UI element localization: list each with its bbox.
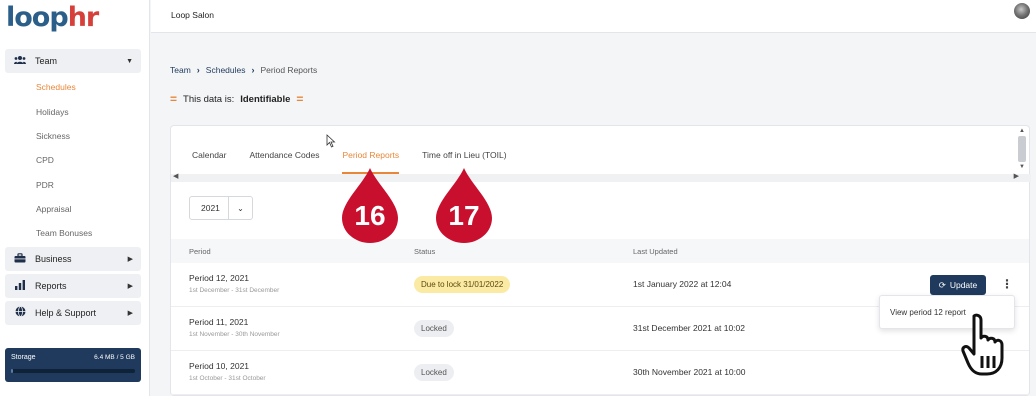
year-select-value: 2021 xyxy=(201,203,220,213)
status-badge: Locked xyxy=(414,320,454,337)
top-bar: Loop Salon xyxy=(151,0,1036,33)
marker-label: 16 xyxy=(354,200,386,231)
storage-panel: Storage 6.4 MB / 5 GB xyxy=(5,348,141,382)
chevron-down-icon[interactable]: ⌄ xyxy=(228,197,252,219)
caret-down-icon: ▼ xyxy=(126,57,133,65)
row-last-updated: 1st January 2022 at 12:04 xyxy=(633,279,732,289)
sidebar-item-holidays[interactable]: Holidays xyxy=(36,107,69,117)
sidebar-item-cpd[interactable]: CPD xyxy=(36,155,54,165)
app-logo[interactable]: loophr xyxy=(6,2,100,33)
reports-card: Calendar Attendance Codes Period Reports… xyxy=(170,125,1031,396)
storage-value: 6.4 MB / 5 GB xyxy=(94,354,135,361)
sidebar-item-sickness[interactable]: Sickness xyxy=(36,131,70,141)
hand-pointer-icon xyxy=(961,313,1004,376)
breadcrumb: Team › Schedules › Period Reports xyxy=(170,65,317,75)
refresh-icon: ⟳ xyxy=(938,279,946,290)
storage-label: Storage xyxy=(11,354,36,361)
tab-calendar[interactable]: Calendar xyxy=(192,126,227,174)
status-badge: Locked xyxy=(414,364,454,381)
sidebar-item-schedules[interactable]: Schedules xyxy=(36,82,76,92)
annotation-marker-17: 17 xyxy=(433,166,495,244)
caret-right-icon: ▶ xyxy=(127,310,133,317)
sidebar-group-business[interactable]: Business ▶ xyxy=(5,247,141,271)
status-badge: Due to lock 31/01/2022 xyxy=(414,276,511,293)
scroll-up-icon[interactable]: ▲ xyxy=(1017,128,1027,134)
header-last-updated: Last Updated xyxy=(633,247,678,256)
row-last-updated: 31st December 2021 at 10:02 xyxy=(633,323,745,333)
sidebar-group-team[interactable]: Team ▼ xyxy=(5,49,141,73)
tab-vertical-scrollbar[interactable]: ▲ ▼ xyxy=(1017,128,1027,178)
breadcrumb-schedules[interactable]: Schedules xyxy=(206,65,246,75)
year-select[interactable]: 2021 ⌄ xyxy=(189,196,253,220)
data-classification: = This data is: Identifiable = xyxy=(170,87,303,111)
update-button-label: Update xyxy=(949,280,978,290)
scroll-right-icon[interactable]: ▶ xyxy=(1014,172,1019,180)
row-range: 1st December - 31st December xyxy=(189,287,280,294)
org-name: Loop Salon xyxy=(171,10,215,20)
sidebar-group-label: Reports xyxy=(35,281,67,291)
sidebar-group-label: Business xyxy=(35,254,72,264)
table-header: Period Status Last Updated xyxy=(171,239,1029,263)
logo-hr: hr xyxy=(67,2,100,33)
storage-bar-fill xyxy=(11,369,14,373)
row-last-updated: 30th November 2021 at 10:00 xyxy=(633,367,746,377)
sidebar-group-label: Team xyxy=(35,56,58,66)
classification-value: Identifiable xyxy=(240,93,291,105)
tab-attendance-codes[interactable]: Attendance Codes xyxy=(250,126,320,174)
more-options-icon[interactable]: ⋮ xyxy=(1001,277,1013,291)
table-row: Period 10, 2021 1st October - 31st Octob… xyxy=(171,351,1029,395)
breadcrumb-period-reports: Period Reports xyxy=(260,65,318,75)
sidebar-group-label: Help & Support xyxy=(35,308,97,318)
users-icon xyxy=(13,55,27,68)
bar-chart-icon xyxy=(13,279,27,293)
classification-prefix: This data is: xyxy=(183,93,235,105)
tab-bar: Calendar Attendance Codes Period Reports… xyxy=(171,126,1016,174)
update-button[interactable]: ⟳ Update xyxy=(930,275,986,295)
globe-icon xyxy=(13,306,27,320)
scroll-left-icon[interactable]: ◀ xyxy=(173,172,178,180)
chevron-right-icon: › xyxy=(251,65,255,75)
sidebar-item-pdr[interactable]: PDR xyxy=(36,180,54,190)
caret-right-icon: ▶ xyxy=(127,256,133,263)
sidebar-item-team-bonuses[interactable]: Team Bonuses xyxy=(36,228,92,238)
sidebar-group-reports[interactable]: Reports ▶ xyxy=(5,274,141,298)
scroll-thumb[interactable] xyxy=(1018,136,1026,162)
sidebar-item-appraisal[interactable]: Appraisal xyxy=(36,204,71,214)
menu-item-view-report[interactable]: View period 12 report xyxy=(890,308,966,317)
row-period: Period 12, 2021 xyxy=(189,273,250,283)
marker-label: 17 xyxy=(448,200,480,231)
caret-right-icon: ▶ xyxy=(127,283,133,290)
briefcase-icon xyxy=(13,252,27,266)
row-period: Period 10, 2021 xyxy=(189,361,250,371)
row-range: 1st November - 30th November xyxy=(189,331,280,338)
scroll-down-icon[interactable]: ▼ xyxy=(1017,164,1027,170)
sidebar-group-help[interactable]: Help & Support ▶ xyxy=(5,301,141,325)
header-status: Status xyxy=(414,247,436,256)
app-root: loophr Team ▼ Schedules Holidays Sicknes… xyxy=(0,0,1036,396)
tab-horizontal-scrollbar[interactable]: ◀ ▶ xyxy=(171,172,1031,182)
chevron-right-icon: › xyxy=(196,65,200,75)
row-range: 1st October - 31st October xyxy=(189,375,266,382)
sidebar: loophr Team ▼ Schedules Holidays Sicknes… xyxy=(0,0,150,396)
storage-bar xyxy=(11,369,135,373)
breadcrumb-team[interactable]: Team xyxy=(170,65,191,75)
logo-loop: loop xyxy=(6,2,69,33)
user-avatar[interactable] xyxy=(1014,3,1030,19)
mouse-pointer-icon xyxy=(326,134,336,148)
row-period: Period 11, 2021 xyxy=(189,317,249,327)
annotation-marker-16: 16 xyxy=(339,166,401,244)
equals-icon: = xyxy=(170,92,178,106)
header-period: Period xyxy=(189,247,211,256)
equals-icon: = xyxy=(296,92,304,106)
